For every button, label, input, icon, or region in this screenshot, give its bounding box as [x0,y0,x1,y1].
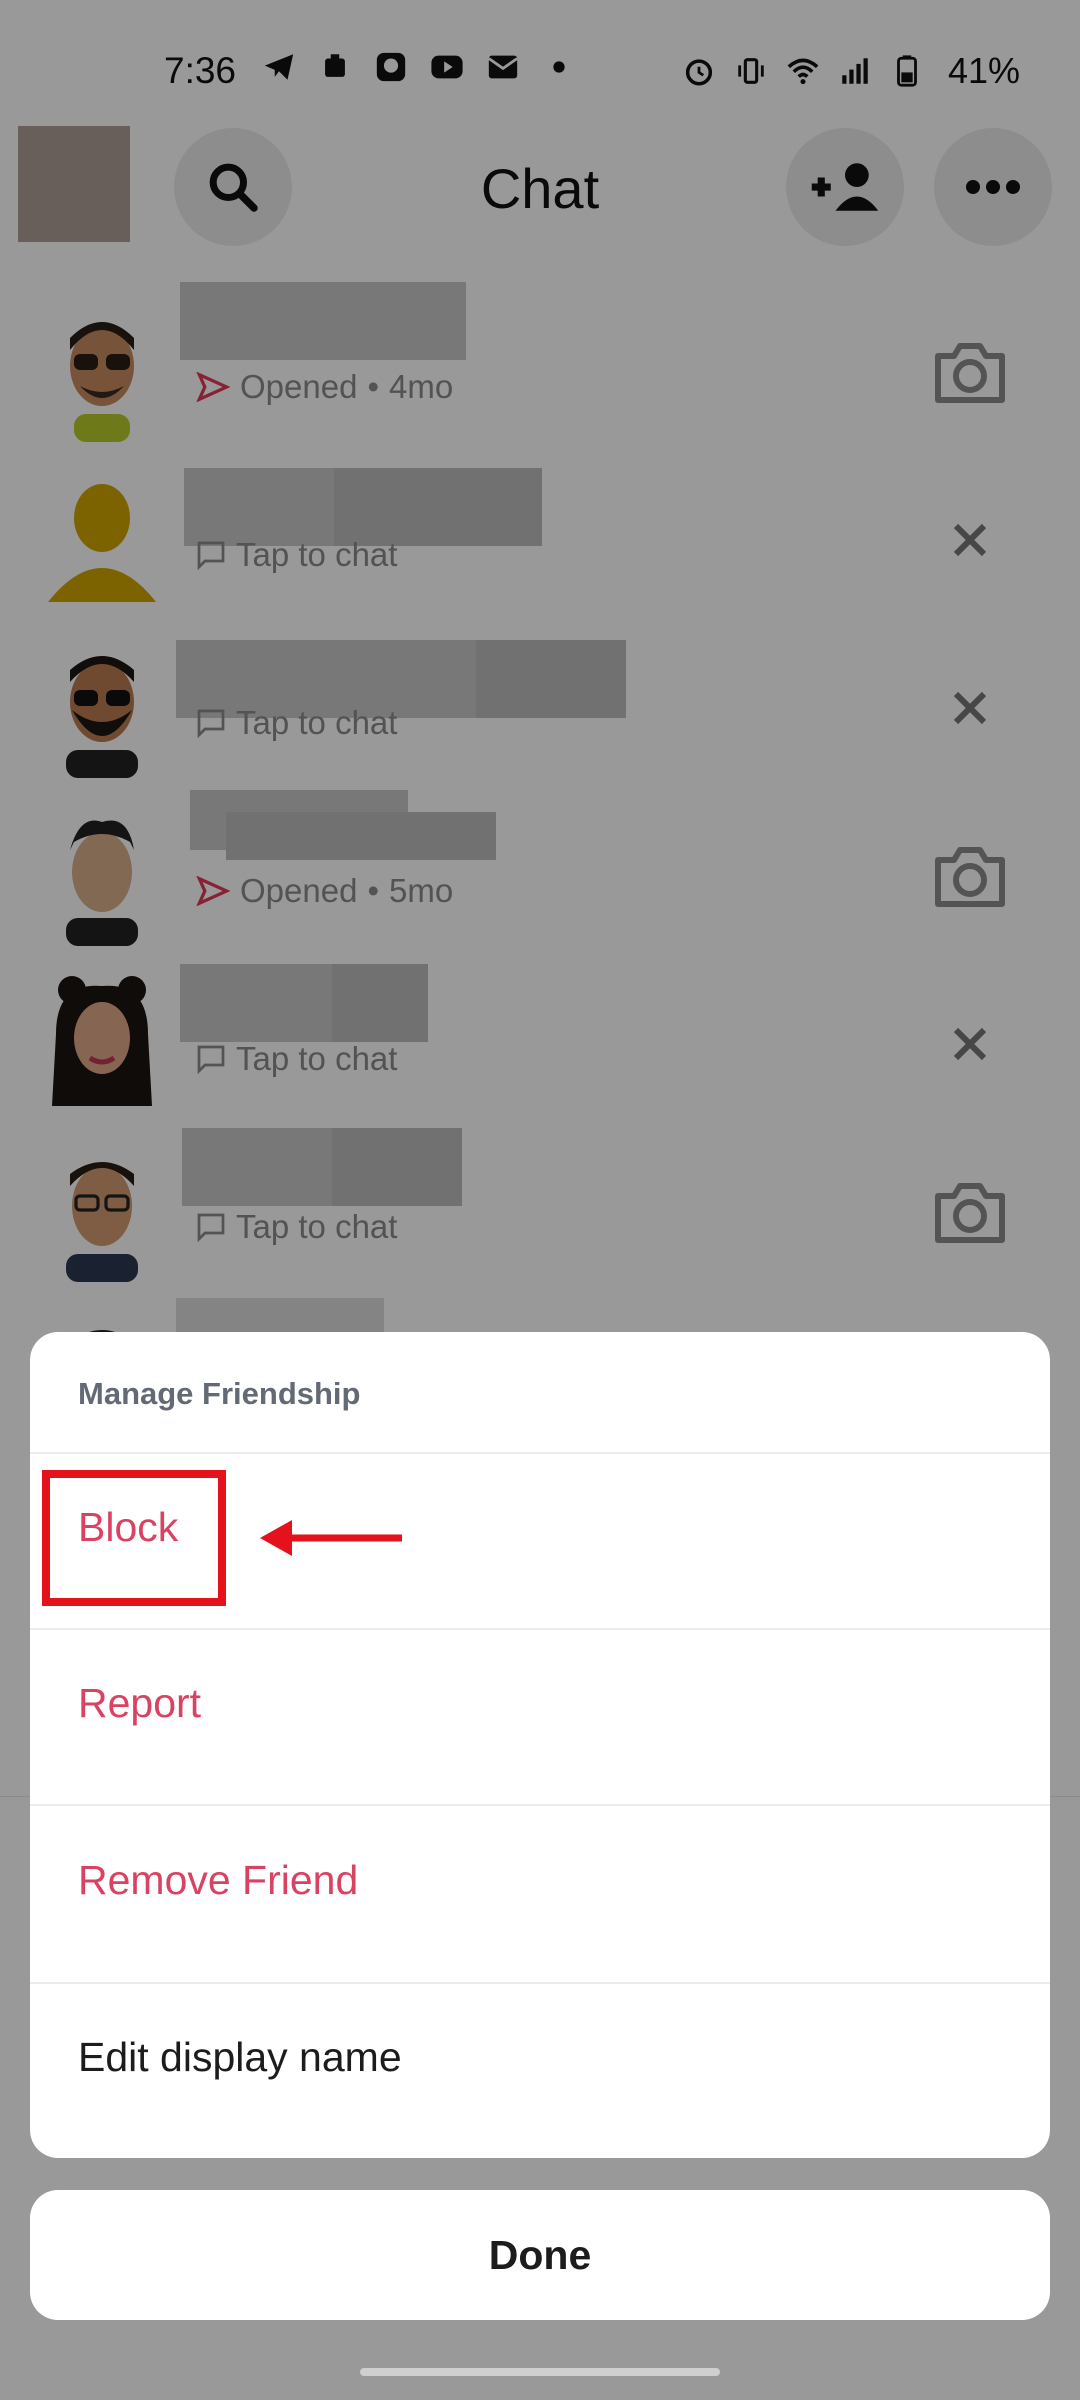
done-button[interactable]: Done [30,2190,1050,2320]
app-screen: 7:36 41% Chat Opened • 4mo Tap to chat T… [0,0,1080,2400]
annotation-highlight-box [42,1470,226,1606]
divider [30,1628,1050,1630]
edit-display-name-option[interactable]: Edit display name [78,2012,402,2132]
divider [30,1982,1050,1984]
sheet-title: Manage Friendship [78,1376,361,1411]
report-option[interactable]: Report [78,1658,201,1778]
divider [30,1452,1050,1454]
divider [30,1804,1050,1806]
remove-friend-option[interactable]: Remove Friend [78,1835,358,1955]
manage-friendship-sheet: Manage Friendship Block Report Remove Fr… [30,1332,1050,2158]
home-indicator[interactable] [360,2368,720,2376]
annotation-arrow-icon [260,1520,402,1556]
